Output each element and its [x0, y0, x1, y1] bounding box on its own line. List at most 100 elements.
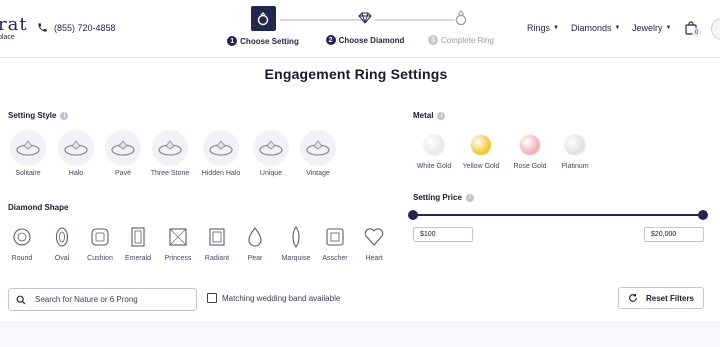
diamond-shape-option[interactable]: Oval — [44, 226, 80, 262]
step-number: 3 — [428, 35, 439, 45]
reset-icon — [629, 293, 637, 302]
price-max-input[interactable]: $20,000 — [644, 227, 704, 242]
diamond-shape-option[interactable]: Radiant — [199, 226, 235, 262]
chevron-down-icon: ▼ — [614, 25, 621, 31]
price-slider-min-handle[interactable] — [408, 210, 418, 220]
info-icon[interactable]: i — [465, 193, 474, 202]
setting-style-option[interactable]: Hidden Halo — [201, 130, 241, 177]
account-avatar[interactable] — [711, 18, 720, 40]
princess-shape-icon — [167, 226, 189, 248]
nav-diamonds[interactable]: Diamonds ▼ — [571, 23, 620, 33]
setting-ring-icon — [250, 6, 276, 31]
setting-style-option[interactable]: Unique — [251, 130, 291, 177]
brand-tagline: place — [0, 34, 15, 41]
section-title: Setting Style — [8, 111, 57, 120]
metal-option[interactable]: Rose Gold — [509, 135, 551, 170]
section-title: Metal — [413, 111, 434, 120]
ring-setting-icon — [300, 130, 336, 166]
diamond-shape-option[interactable]: Asscher — [317, 226, 353, 262]
search-icon — [16, 295, 26, 304]
price-slider-max-handle[interactable] — [698, 210, 708, 220]
diamond-shape-label: Emerald — [124, 255, 152, 262]
diamond-shape-option[interactable]: Cushion — [82, 226, 118, 262]
search-input[interactable]: Search for Nature or 6 Prong — [8, 288, 197, 311]
info-icon[interactable]: i — [437, 111, 446, 120]
setting-style-option[interactable]: Three Stone — [150, 130, 190, 177]
price-slider-track[interactable] — [413, 214, 703, 216]
info-icon[interactable]: i — [60, 111, 69, 120]
diamond-shape-label: Cushion — [87, 255, 113, 262]
setting-style-label: Solitaire — [15, 170, 41, 177]
diamond-shape-label: Heart — [365, 255, 383, 262]
nav-jewelry[interactable]: Jewelry ▼ — [632, 23, 671, 33]
diamond-shape-label: Marquise — [281, 255, 311, 262]
metal-option[interactable]: Yellow Gold — [460, 135, 502, 170]
metal-option[interactable]: White Gold — [413, 135, 455, 170]
metal-heading: Metal i — [413, 111, 446, 120]
metal-label: White Gold — [416, 163, 452, 170]
ring-setting-icon — [10, 130, 46, 166]
section-title: Setting Price — [413, 193, 462, 202]
step-choose-diamond[interactable]: 2 Choose Diamond — [320, 6, 410, 45]
setting-style-label: Halo — [68, 170, 84, 177]
step-number: 2 — [325, 35, 336, 45]
setting-style-label: Three Stone — [150, 170, 190, 177]
metal-label: Yellow Gold — [462, 163, 500, 170]
phone-icon — [38, 23, 47, 32]
diamond-shape-option[interactable]: Round — [4, 226, 40, 262]
step-label: Choose Diamond — [338, 35, 405, 45]
ring-setting-icon — [253, 130, 289, 166]
setting-style-option[interactable]: Pavé — [103, 130, 143, 177]
asscher-shape-icon — [324, 226, 346, 248]
heart-shape-icon — [363, 226, 385, 248]
setting-style-heading: Setting Style i — [8, 111, 69, 120]
search-placeholder: Search for Nature or 6 Prong — [35, 295, 138, 304]
price-min-input[interactable]: $100 — [413, 227, 473, 242]
diamond-shape-option[interactable]: Pear — [237, 226, 273, 262]
cushion-shape-icon — [89, 226, 111, 248]
nav-label: Diamonds — [571, 23, 612, 33]
site-header: rat place (855) 720-4858 1Choose Setting… — [0, 0, 720, 58]
nav-rings[interactable]: Rings ▼ — [527, 23, 559, 33]
setting-style-label: Vintage — [306, 170, 330, 177]
setting-style-option[interactable]: Vintage — [298, 130, 338, 177]
step-label: Choose Setting — [240, 36, 299, 46]
step-complete-ring[interactable]: 3 Complete Ring — [416, 6, 506, 45]
diamond-shape-option[interactable]: Princess — [160, 226, 196, 262]
marquise-shape-icon — [285, 226, 307, 248]
setting-style-option[interactable]: Solitaire — [8, 130, 48, 177]
progress-steps: 1 Choose Setting 2 Choose Diamond 3 Complet… — [227, 6, 500, 46]
phone-link[interactable]: (855) 720-4858 — [37, 22, 116, 33]
brand-logo[interactable]: rat — [0, 14, 28, 35]
diamond-shape-option[interactable]: Emerald — [120, 226, 156, 262]
step-choose-setting[interactable]: 1 Choose Setting — [218, 6, 308, 46]
phone-number: (855) 720-4858 — [54, 22, 116, 33]
wedding-band-label: Matching wedding band available — [222, 293, 341, 303]
page-title: Engagement Ring Settings — [264, 66, 448, 82]
diamond-shape-option[interactable]: Marquise — [278, 226, 314, 262]
wedding-band-filter[interactable]: Matching wedding band available — [207, 293, 340, 303]
metal-swatch — [565, 135, 585, 155]
complete-ring-icon — [454, 6, 468, 30]
step-number: 1 — [227, 36, 238, 46]
setting-style-option[interactable]: Halo — [56, 130, 96, 177]
chevron-down-icon: ▼ — [553, 25, 559, 31]
wedding-band-checkbox[interactable] — [207, 293, 217, 303]
reset-filters-button[interactable]: Reset Filters — [618, 287, 704, 309]
setting-style-label: Hidden Halo — [201, 170, 241, 177]
diamond-shape-label: Princess — [164, 255, 192, 262]
ring-setting-icon — [152, 130, 188, 166]
nav-label: Rings — [527, 23, 551, 33]
ring-setting-icon — [58, 130, 94, 166]
diamond-shape-option[interactable]: Heart — [356, 226, 392, 262]
chevron-down-icon: ▼ — [665, 25, 672, 31]
setting-price-heading: Setting Price i — [413, 193, 474, 202]
results-area — [0, 322, 720, 347]
reset-label: Reset Filters — [645, 293, 695, 303]
metal-option[interactable]: Platinum — [554, 135, 596, 170]
diamond-shape-label: Radiant — [204, 255, 230, 262]
metal-label: Rose Gold — [513, 163, 547, 170]
setting-style-label: Unique — [259, 170, 283, 177]
metal-swatch — [471, 135, 491, 155]
diamond-shape-label: Asscher — [322, 255, 348, 262]
